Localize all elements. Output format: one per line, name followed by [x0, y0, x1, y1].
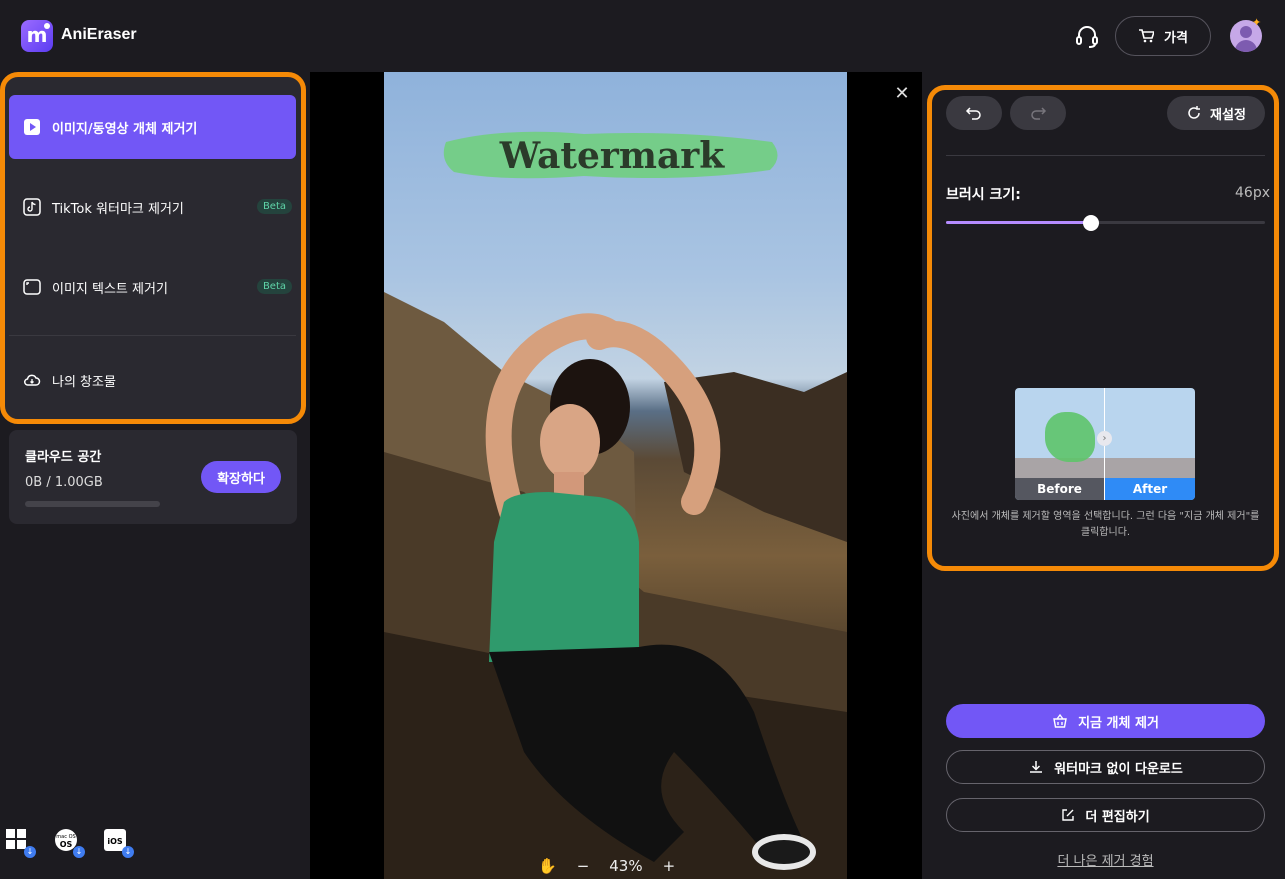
brush-size-label: 브러시 크기:: [946, 187, 1021, 203]
slider-fill: [946, 221, 1092, 224]
download-icon: ↓: [122, 846, 134, 858]
sidebar-item-label: 이미지/동영상 개체 제거기: [52, 121, 198, 137]
better-removal-link[interactable]: 더 나은 제거 경험: [946, 850, 1265, 869]
cloud-usage: 0B / 1.00GB: [25, 475, 103, 490]
image-text-icon: [23, 279, 41, 295]
undo-button[interactable]: [946, 96, 1002, 130]
app-title: AniEraser: [61, 26, 137, 43]
tiktok-icon: [23, 198, 41, 216]
before-label: Before: [1015, 478, 1104, 500]
download-icon: ↓: [73, 846, 85, 858]
remove-object-button[interactable]: 지금 개체 제거: [946, 704, 1265, 738]
zoom-in-icon[interactable]: +: [663, 857, 676, 875]
svg-text:OS: OS: [60, 840, 73, 849]
play-icon: [24, 119, 40, 135]
before-after-preview: › Before After: [1015, 388, 1195, 500]
sidebar-item-object-remover[interactable]: 이미지/동영상 개체 제거기: [9, 95, 296, 159]
download-button[interactable]: 워터마크 없이 다운로드: [946, 750, 1265, 784]
chevron-right-icon: ›: [1097, 431, 1112, 446]
ios-label: iOS: [107, 837, 123, 846]
brush-size-slider[interactable]: [946, 215, 1265, 231]
cloud-title: 클라우드 공간: [25, 450, 102, 465]
sidebar-item-label: TikTok 워터마크 제거기: [52, 201, 184, 217]
sidebar-item-my-creations[interactable]: 나의 창조물: [9, 348, 296, 412]
download-icon: [1030, 761, 1043, 773]
brush-mark: [1045, 412, 1095, 462]
headset-icon[interactable]: [1074, 24, 1100, 50]
close-icon[interactable]: ✕: [892, 84, 912, 104]
after-label: After: [1105, 478, 1195, 500]
edit-more-label: 더 편집하기: [1085, 809, 1150, 825]
expand-storage-button[interactable]: 확장하다: [201, 461, 281, 493]
cloud-icon: [24, 374, 41, 386]
cart-icon: [1139, 29, 1155, 43]
macos-icon[interactable]: mac OS OS ↓: [54, 828, 85, 858]
divider: [9, 335, 296, 336]
sidebar-item-image-text-remover[interactable]: 이미지 텍스트 제거기 Beta: [9, 255, 296, 319]
watermark-text: Watermark: [499, 135, 726, 177]
basket-icon: [1053, 713, 1067, 728]
pricing-button[interactable]: 가격: [1115, 16, 1211, 56]
beta-badge: Beta: [256, 199, 292, 214]
download-icon: ↓: [24, 846, 36, 858]
redo-icon: [1031, 107, 1047, 120]
photo-preview[interactable]: Watermark: [384, 72, 847, 879]
zoom-out-icon[interactable]: −: [577, 857, 590, 875]
zoom-controls: ✋ − 43% +: [538, 854, 698, 878]
edit-icon: [1062, 809, 1075, 821]
crown-icon: ✦: [1252, 16, 1262, 29]
pricing-label: 가격: [1164, 30, 1188, 46]
download-label: 워터마크 없이 다운로드: [1054, 761, 1183, 777]
reset-label: 재설정: [1210, 107, 1246, 123]
sidebar: 이미지/동영상 개체 제거기 TikTok 워터마크 제거기 Beta 이미지 …: [0, 72, 310, 879]
remove-object-label: 지금 개체 제거: [1078, 715, 1159, 731]
zoom-level: 43%: [609, 857, 643, 875]
sidebar-nav: 이미지/동영상 개체 제거기 TikTok 워터마크 제거기 Beta 이미지 …: [0, 72, 306, 424]
cloud-storage-card: 클라우드 공간 0B / 1.00GB 확장하다: [9, 430, 297, 524]
brush-size-value: 46px: [1235, 185, 1270, 201]
app-logo: m: [21, 20, 53, 52]
beta-badge: Beta: [256, 279, 292, 294]
divider: [946, 155, 1265, 156]
platform-downloads: ↓ mac OS OS ↓ iOS ↓: [5, 828, 134, 858]
undo-icon: [965, 107, 981, 120]
app-header: m AniEraser 가격 ✦: [0, 0, 1285, 72]
brush-settings: 재설정 브러시 크기: 46px › Before After 사진에서 개체를…: [927, 85, 1279, 571]
sidebar-item-tiktok-watermark[interactable]: TikTok 워터마크 제거기 Beta: [9, 175, 296, 239]
sidebar-item-label: 나의 창조물: [52, 374, 116, 390]
sidebar-item-label: 이미지 텍스트 제거기: [52, 281, 168, 297]
hand-icon[interactable]: ✋: [538, 857, 557, 875]
ios-icon[interactable]: iOS ↓: [103, 828, 134, 858]
cloud-usage-bar: [25, 501, 160, 507]
editor-canvas: Watermark ✕ ✋ − 43% +: [310, 72, 922, 879]
redo-button[interactable]: [1010, 96, 1066, 130]
windows-icon[interactable]: ↓: [5, 828, 36, 858]
photo-illustration: Watermark: [384, 131, 847, 879]
tool-panel: 재설정 브러시 크기: 46px › Before After 사진에서 개체를…: [922, 72, 1285, 879]
reset-button[interactable]: 재설정: [1167, 96, 1265, 130]
slider-handle[interactable]: [1083, 215, 1100, 231]
edit-more-button[interactable]: 더 편집하기: [946, 798, 1265, 832]
reset-icon: [1188, 106, 1201, 119]
instruction-text: 사진에서 개체를 제거할 영역을 선택합니다. 그런 다음 "지금 개체 제거"…: [951, 511, 1260, 538]
